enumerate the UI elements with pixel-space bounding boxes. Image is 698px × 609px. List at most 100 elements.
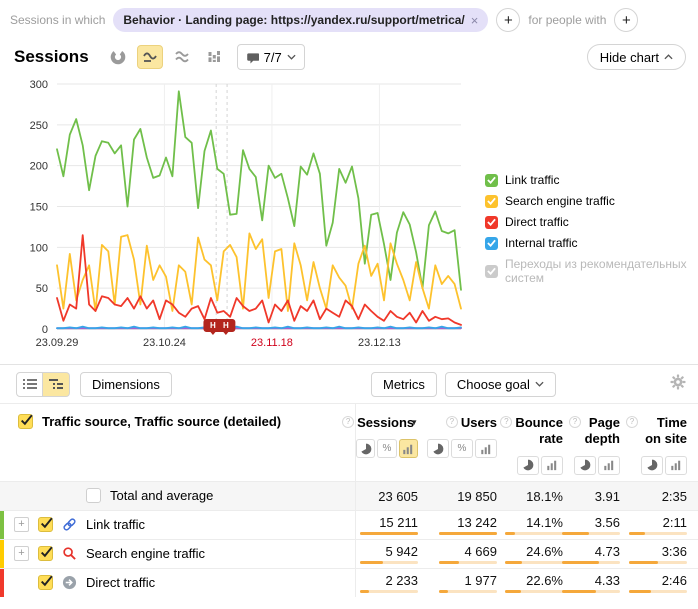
metric-value-cell: 18.1% — [503, 482, 569, 510]
table-body: Total and average23 60519 85018.1%3.912:… — [0, 481, 698, 597]
row-checkbox[interactable] — [38, 575, 53, 590]
row-checkbox[interactable] — [86, 488, 101, 503]
value-bar — [629, 561, 687, 564]
annotation-marker[interactable]: Н — [216, 319, 235, 335]
toggle-pie-button[interactable] — [356, 439, 375, 458]
table-row[interactable]: +Link traffic15 21113 24214.1%3.562:11 — [0, 510, 698, 539]
metric-header[interactable]: ?Time on site — [626, 410, 687, 448]
metric-header[interactable]: ?Bounce rate — [503, 410, 563, 448]
select-all-checkbox[interactable] — [18, 414, 33, 429]
legend-item[interactable]: Direct traffic — [485, 215, 698, 229]
toggle-bars-button[interactable] — [541, 456, 563, 475]
help-icon[interactable]: ? — [446, 416, 458, 428]
metric-header-label: Time on site — [641, 415, 687, 448]
metric-value-cell: 15 211 — [356, 511, 424, 539]
legend-label: Direct traffic — [505, 215, 569, 229]
stacked-chart-type-button[interactable] — [169, 45, 195, 69]
toggle-bars-button[interactable] — [399, 439, 418, 458]
toggle-bars-button[interactable] — [665, 456, 687, 475]
donut-chart-icon — [110, 49, 126, 65]
metric-value-cell: 13 242 — [424, 511, 503, 539]
dimensions-button[interactable]: Dimensions — [80, 372, 172, 397]
expand-row-button[interactable]: + — [14, 517, 29, 532]
row-color-stripe — [0, 511, 4, 539]
metric-value: 2:46 — [662, 573, 687, 588]
table-row[interactable]: Direct traffic2 2331 97722.6%4.332:46 — [0, 568, 698, 597]
value-bar — [360, 561, 418, 564]
row-label: Total and average — [110, 488, 213, 503]
column-chart-type-button[interactable] — [201, 45, 227, 69]
help-icon[interactable]: ? — [569, 416, 581, 428]
chip-close-icon[interactable]: × — [471, 13, 479, 28]
table-header-row: Traffic source, Traffic source (detailed… — [0, 403, 698, 481]
toggle-percent-button[interactable]: % — [377, 439, 396, 458]
table-row[interactable]: Total and average23 60519 85018.1%3.912:… — [0, 481, 698, 510]
table-settings-button[interactable] — [670, 374, 686, 395]
legend-checkbox[interactable] — [485, 174, 498, 187]
search-icon — [62, 546, 77, 561]
legend-item[interactable]: Переходы из рекомендательных систем — [485, 257, 698, 285]
help-icon[interactable]: ? — [342, 416, 354, 428]
metric-header[interactable]: ?Users — [424, 410, 497, 431]
metric-display-toggles — [569, 456, 620, 475]
comment-icon — [246, 51, 259, 64]
legend-item[interactable]: Link traffic — [485, 173, 698, 187]
row-label[interactable]: Link traffic — [86, 517, 145, 532]
hide-chart-button[interactable]: Hide chart — [587, 44, 686, 70]
direct-icon — [62, 575, 77, 590]
line-chart-type-button[interactable] — [137, 45, 163, 69]
add-people-filter-button[interactable]: + — [614, 8, 638, 32]
check-icon — [39, 545, 54, 559]
toggle-pie-button[interactable] — [641, 456, 663, 475]
dimension-header-label: Traffic source, Traffic source (detailed… — [42, 414, 281, 429]
toggle-bars-button[interactable] — [598, 456, 620, 475]
pie-icon — [522, 459, 534, 471]
legend-item[interactable]: Search engine traffic — [485, 194, 698, 208]
legend-label: Internal traffic — [505, 236, 577, 250]
metrics-button[interactable]: Metrics — [371, 372, 437, 397]
toggle-pie-button[interactable] — [517, 456, 539, 475]
legend-label: Link traffic — [505, 173, 559, 187]
legend-item[interactable]: Internal traffic — [485, 236, 698, 250]
segments-dropdown[interactable]: 7/7 — [237, 44, 305, 70]
direct-icon — [62, 575, 77, 590]
toggle-bars-button[interactable] — [475, 439, 497, 458]
table-row[interactable]: +Search engine traffic5 9424 66924.6%4.7… — [0, 539, 698, 568]
row-label[interactable]: Direct traffic — [86, 575, 155, 590]
row-checkbox[interactable] — [38, 546, 53, 561]
toggle-percent-button[interactable]: % — [451, 439, 473, 458]
list-view-button[interactable] — [16, 372, 43, 397]
page-title: Sessions — [14, 47, 89, 67]
link-icon — [62, 517, 77, 532]
link-icon — [62, 517, 77, 532]
choose-goal-dropdown[interactable]: Choose goal — [445, 372, 556, 397]
help-icon[interactable]: ? — [500, 416, 512, 428]
bars-icon — [670, 459, 682, 471]
metric-value-cell: 23 605 — [356, 482, 424, 510]
chevron-down-icon — [535, 381, 544, 387]
metric-value: 14.1% — [526, 515, 563, 530]
legend-checkbox[interactable] — [485, 216, 498, 229]
toggle-pie-button[interactable] — [574, 456, 596, 475]
metric-header[interactable]: ?Page depth — [569, 410, 620, 448]
tree-view-button[interactable] — [43, 372, 70, 397]
add-session-filter-button[interactable]: + — [496, 8, 520, 32]
metric-header[interactable]: ?Sessions▼ — [356, 410, 418, 431]
legend-checkbox[interactable] — [485, 237, 498, 250]
metrica-dashboard: Sessions in which Behavior · Landing pag… — [0, 0, 698, 609]
row-label[interactable]: Search engine traffic — [86, 546, 205, 561]
row-checkbox[interactable] — [38, 517, 53, 532]
metric-header-label: Users — [461, 415, 497, 431]
metric-value: 3.56 — [595, 515, 620, 530]
legend-checkbox[interactable] — [485, 265, 498, 278]
legend-label: Search engine traffic — [505, 194, 615, 208]
expand-row-button[interactable]: + — [14, 546, 29, 561]
metric-value-cell: 3.56 — [569, 511, 626, 539]
metric-value-cell: 2:35 — [626, 482, 693, 510]
legend-checkbox[interactable] — [485, 195, 498, 208]
toggle-pie-button[interactable] — [427, 439, 449, 458]
chip-text: Behavior · Landing page: https://yandex.… — [123, 13, 464, 27]
help-icon[interactable]: ? — [626, 416, 638, 428]
segment-filter-chip[interactable]: Behavior · Landing page: https://yandex.… — [113, 8, 488, 32]
pie-chart-type-button[interactable] — [105, 45, 131, 69]
